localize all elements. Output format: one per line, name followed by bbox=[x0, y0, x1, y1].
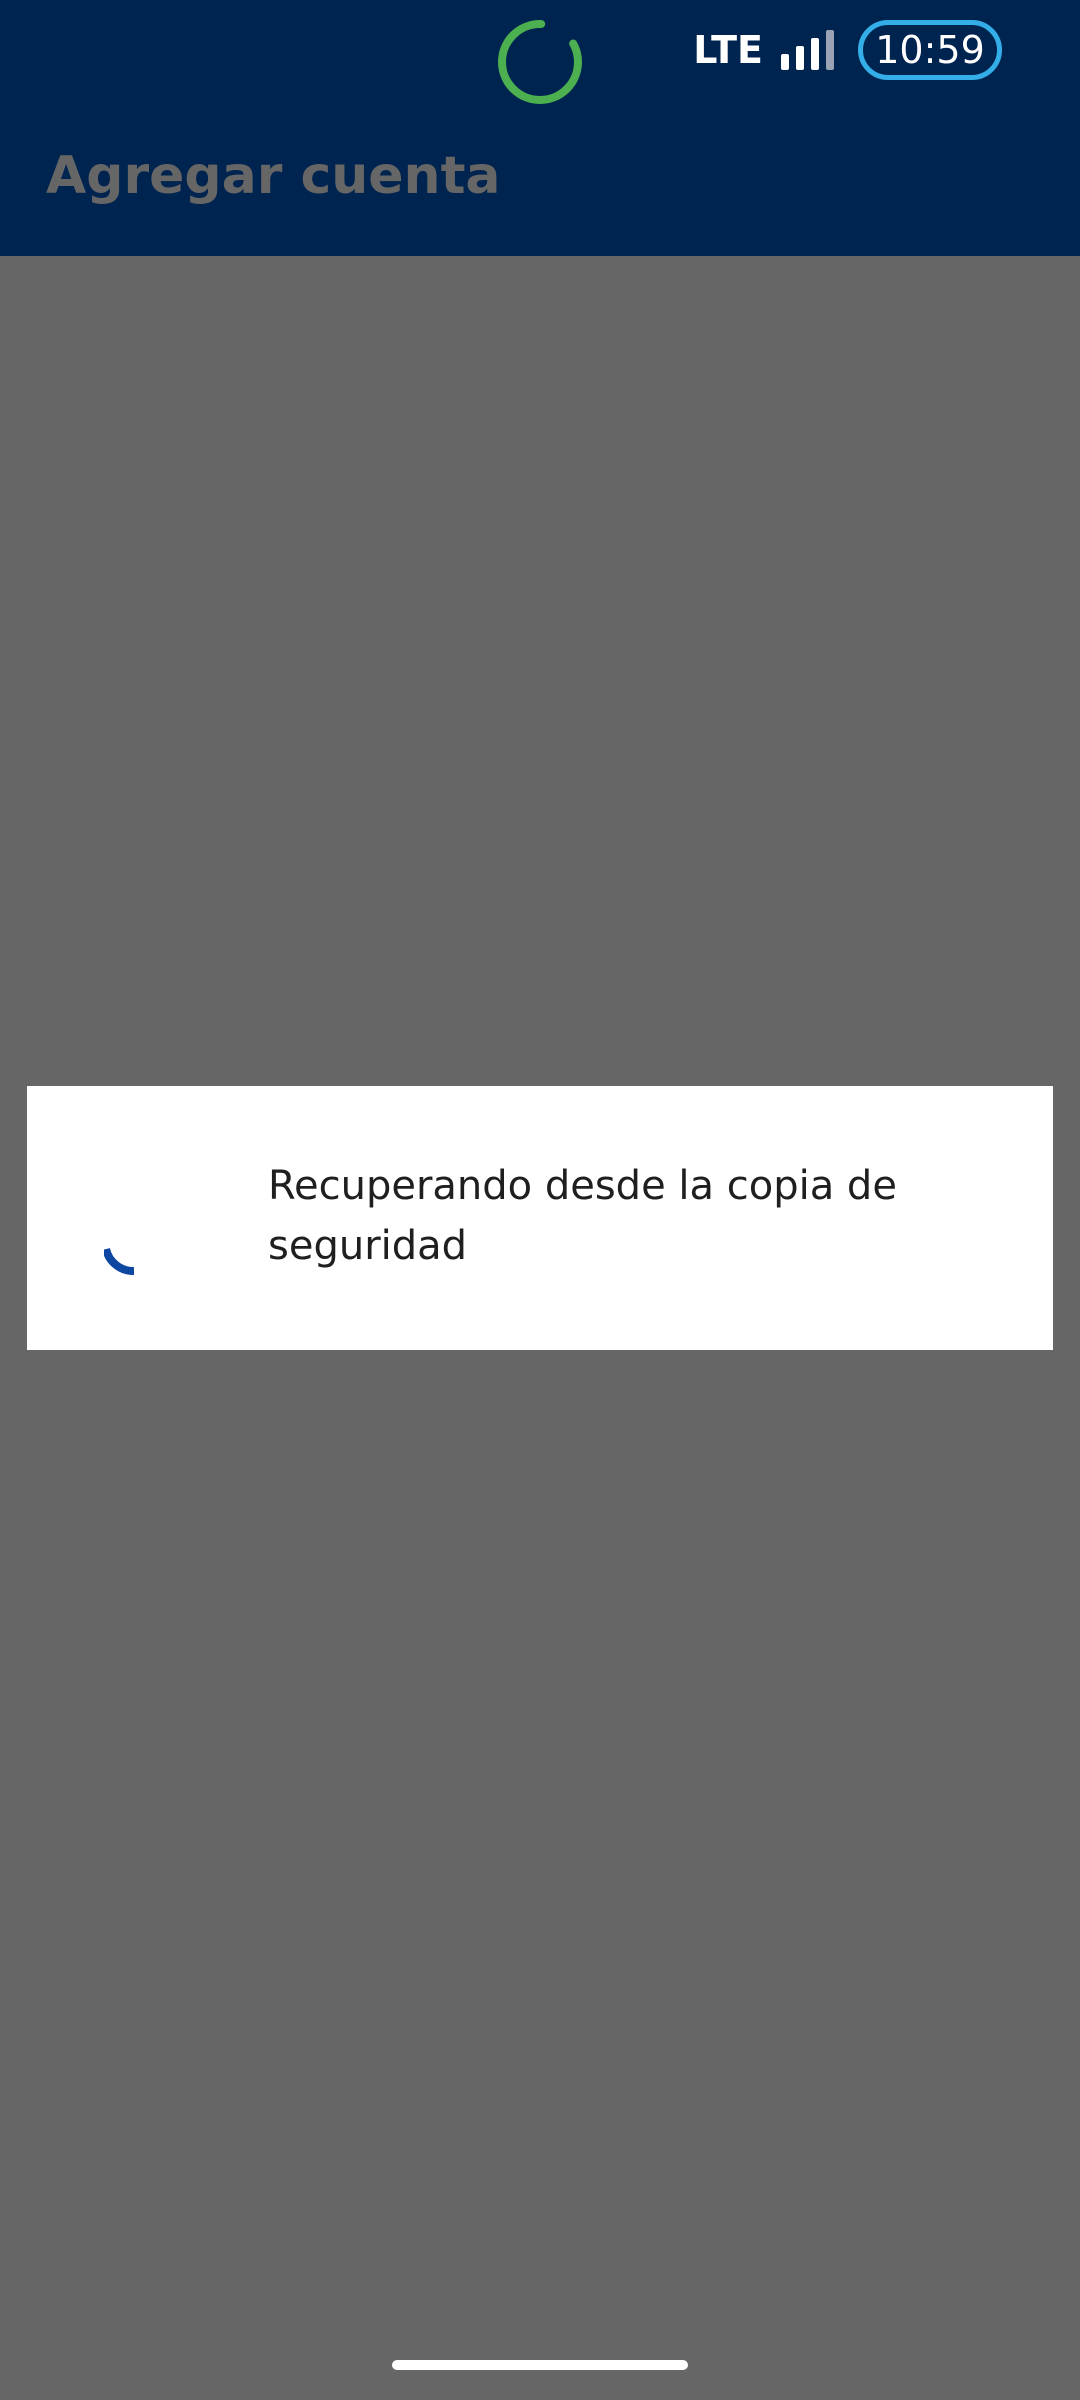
dialog-message: Recuperando desde la copia de seguridad bbox=[268, 1163, 897, 1269]
loading-spinner-icon bbox=[104, 1247, 135, 1275]
status-bar: LTE 10:59 bbox=[0, 0, 1080, 126]
page-title: Agregar cuenta bbox=[46, 146, 501, 206]
clock-time: 10:59 bbox=[875, 28, 985, 72]
app-bar: LTE 10:59 Agregar cuenta bbox=[0, 0, 1080, 256]
clock-pill: 10:59 bbox=[858, 20, 1002, 80]
network-type-label: LTE bbox=[693, 28, 763, 72]
home-indicator[interactable] bbox=[392, 2360, 688, 2370]
sync-ring-icon bbox=[498, 20, 582, 104]
status-right-group: LTE 10:59 bbox=[693, 18, 1002, 82]
signal-strength-icon bbox=[781, 30, 834, 70]
